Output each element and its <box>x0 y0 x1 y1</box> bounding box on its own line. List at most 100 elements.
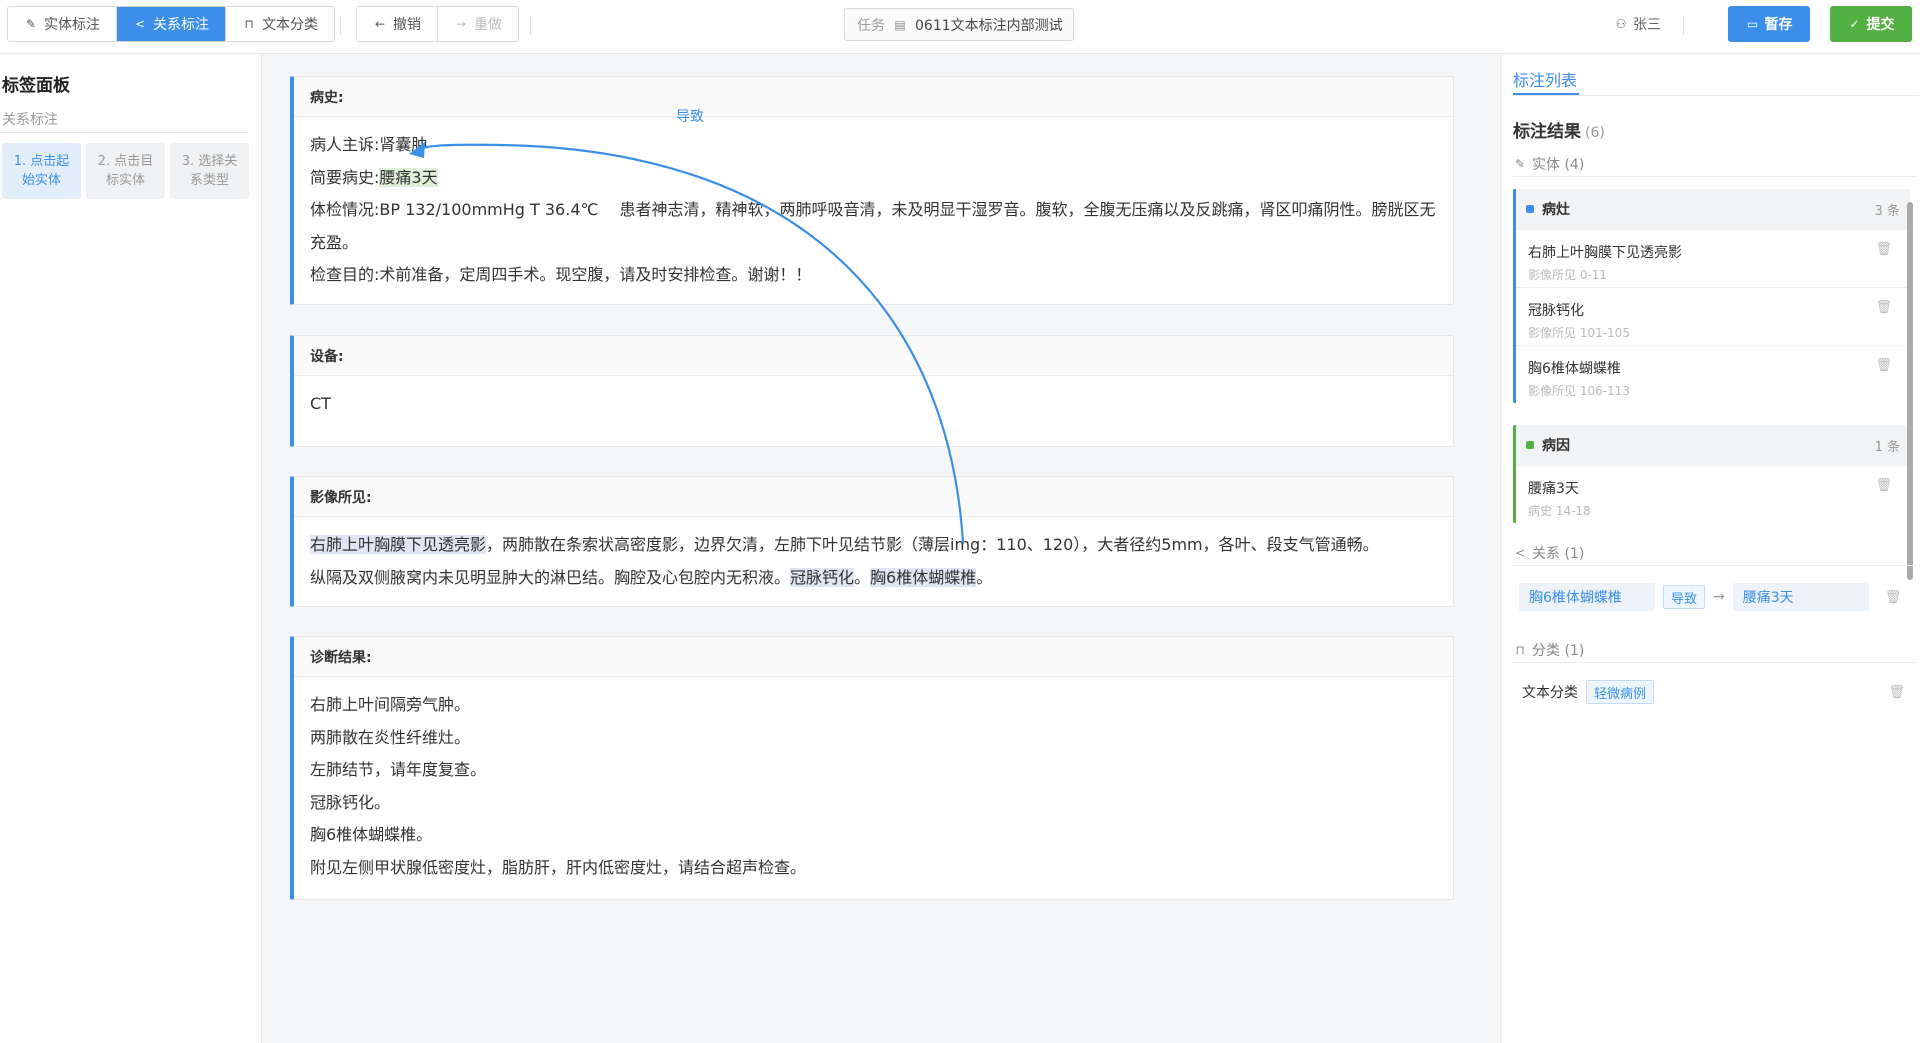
group-name: 病灶 <box>1526 199 1570 219</box>
toolbar-divider <box>1683 16 1684 34</box>
user-name: 张三 <box>1633 17 1661 33</box>
section-body: 右肺上叶间隔旁气肿。 两肺散在炎性纤维灶。 左肺结节，请年度复查。 冠脉钙化。 … <box>294 677 1453 894</box>
submit-button[interactable]: ✓ 提交 <box>1830 6 1912 42</box>
text-span[interactable]: 简要病史: <box>310 168 379 187</box>
text-line[interactable]: 冠脉钙化。 <box>310 787 1437 820</box>
trash-icon[interactable]: 🗑 <box>1875 300 1892 315</box>
section-title: 影像所见: <box>294 477 1453 517</box>
task-info: 任务 ▤ 0611文本标注内部测试 <box>844 8 1074 41</box>
entity-lesion-highlight[interactable]: 冠脉钙化 <box>790 567 855 587</box>
user-menu[interactable]: ⚇ 张三 <box>1614 14 1661 34</box>
section-body: CT <box>294 376 1453 431</box>
redo-button[interactable]: → 重做 <box>438 7 518 41</box>
tab-text-classification[interactable]: ⊓ 文本分类 <box>226 7 334 41</box>
text-span[interactable]: 。 <box>976 568 992 587</box>
arrow-left-icon: ← <box>374 17 386 31</box>
group-count: 1 条 <box>1874 439 1900 455</box>
text-line[interactable]: 右肺上叶间隔旁气肿。 <box>310 689 1437 722</box>
toolbar-divider <box>340 16 341 34</box>
entity-item[interactable]: 胸6椎体蝴蝶椎 影像所见 106-113 🗑 <box>1516 345 1910 403</box>
step-select-type: 3. 选择关系类型 <box>170 143 249 199</box>
classification-item[interactable]: 文本分类 轻微病例 🗑 <box>1513 675 1913 709</box>
classification-section-title: ⊓ 分类 (1) <box>1513 640 1584 660</box>
pencil-icon: ✎ <box>25 17 37 31</box>
entity-lesion-highlight[interactable]: 胸6椎体蝴蝶椎 <box>870 567 977 587</box>
entity-text: 胸6椎体蝴蝶椎 <box>1528 361 1621 377</box>
step-select-source: 1. 点击起始实体 <box>2 143 81 199</box>
text-line[interactable]: 检查目的:术前准备，定周四手术。现空腹，请及时安排检查。谢谢！！ <box>310 259 1437 292</box>
folder-icon: ▭ <box>1746 17 1759 31</box>
group-header[interactable]: 病灶 3 条 <box>1516 189 1910 229</box>
text-line[interactable]: CT <box>310 388 1437 421</box>
text-line[interactable]: 附见左侧甲状腺低密度灶，脂肪肝，肝内低密度灶，请结合超声检查。 <box>310 852 1437 885</box>
group-name: 病因 <box>1526 435 1570 455</box>
section-history: 病史: 病人主诉:肾囊肿 简要病史:腰痛3天 体检情况:BP 132/100mm… <box>290 76 1454 305</box>
save-draft-button[interactable]: ▭ 暂存 <box>1728 6 1810 42</box>
undo-label: 撤销 <box>393 17 421 33</box>
section-body: 右肺上叶胸膜下见透亮影，两肺散在条索状高密度影，边界欠清，左肺下叶见结节影（薄层… <box>294 517 1453 604</box>
section-title: 设备: <box>294 336 1453 376</box>
entity-text: 右肺上叶胸膜下见透亮影 <box>1528 245 1682 261</box>
tab-entity-annotation[interactable]: ✎ 实体标注 <box>8 7 117 41</box>
relation-arrow-label: 导致 <box>676 109 704 125</box>
text-line[interactable]: 体检情况:BP 132/100mmHg T 36.4℃ 患者神志清，精神软，两肺… <box>310 194 1437 259</box>
entity-meta: 影像所见 0-11 <box>1528 268 1608 282</box>
text-line[interactable]: 两肺散在炎性纤维灶。 <box>310 722 1437 755</box>
relation-item[interactable]: 胸6椎体蝴蝶椎 导致 → 腰痛3天 🗑 <box>1513 580 1913 614</box>
text-span[interactable]: 纵隔及双侧腋窝内未见明显肿大的淋巴结。胸腔及心包腔内无积液。 <box>310 568 790 587</box>
trash-icon[interactable]: 🗑 <box>1875 478 1892 493</box>
trash-icon[interactable]: 🗑 <box>1888 685 1905 700</box>
step-select-target: 2. 点击目标实体 <box>86 143 165 199</box>
group-header[interactable]: 病因 1 条 <box>1516 425 1910 465</box>
section-title: 病史: <box>294 77 1453 117</box>
divider <box>1513 176 1917 177</box>
text-line[interactable]: 右肺上叶胸膜下见透亮影，两肺散在条索状高密度影，边界欠清，左肺下叶见结节影（薄层… <box>310 529 1437 562</box>
divider <box>0 132 248 133</box>
trash-icon[interactable]: 🗑 <box>1875 242 1892 257</box>
annotation-list-panel: 标注列表 标注结果 (6) ✎ 实体 (4) 病灶 3 条 右肺上叶胸膜下见透亮影… <box>1500 55 1920 1043</box>
entity-cause-highlight[interactable]: 腰痛3天 <box>379 167 438 187</box>
tab-relation-annotation[interactable]: < 关系标注 <box>117 7 226 41</box>
entity-item[interactable]: 右肺上叶胸膜下见透亮影 影像所见 0-11 🗑 <box>1516 229 1910 287</box>
label-panel: 标签面板 关系标注 1. 点击起始实体 2. 点击目标实体 3. 选择关系类型 <box>0 55 262 1043</box>
tab-text-classification-label: 文本分类 <box>262 17 318 33</box>
share-icon: < <box>1514 546 1526 560</box>
entity-group-cause: 病因 1 条 腰痛3天 病史 14-18 🗑 <box>1513 425 1910 523</box>
toolbar-divider <box>530 16 531 34</box>
entity-item[interactable]: 腰痛3天 病史 14-18 🗑 <box>1516 465 1910 523</box>
text-line[interactable]: 病人主诉:肾囊肿 <box>310 129 1437 162</box>
divider <box>1513 565 1917 566</box>
relation-source[interactable]: 胸6椎体蝴蝶椎 <box>1519 583 1655 611</box>
tab-annotation-list[interactable]: 标注列表 <box>1513 67 1577 91</box>
trash-icon[interactable]: 🗑 <box>1875 358 1892 373</box>
relation-target[interactable]: 腰痛3天 <box>1732 583 1869 611</box>
text-line[interactable]: 左肺结节，请年度复查。 <box>310 754 1437 787</box>
classification-label: 文本分类 <box>1522 685 1578 701</box>
user-icon: ⚇ <box>1615 17 1627 31</box>
annotation-list-scrollbar[interactable] <box>1907 202 1913 580</box>
color-swatch <box>1526 441 1534 449</box>
tab-relation-annotation-label: 关系标注 <box>153 17 209 33</box>
text-line[interactable]: 纵隔及双侧腋窝内未见明显肿大的淋巴结。胸腔及心包腔内无积液。冠脉钙化。胸6椎体蝴… <box>310 562 1437 595</box>
tab-entity-annotation-label: 实体标注 <box>44 17 100 33</box>
entity-meta: 影像所见 106-113 <box>1528 384 1630 398</box>
text-line[interactable]: 胸6椎体蝴蝶椎。 <box>310 819 1437 852</box>
share-icon: < <box>134 17 146 31</box>
entity-item[interactable]: 冠脉钙化 影像所见 101-105 🗑 <box>1516 287 1910 345</box>
section-diagnosis: 诊断结果: 右肺上叶间隔旁气肿。 两肺散在炎性纤维灶。 左肺结节，请年度复查。 … <box>290 636 1454 900</box>
trash-icon[interactable]: 🗑 <box>1885 590 1902 605</box>
text-line[interactable]: 简要病史:腰痛3天 <box>310 162 1437 195</box>
text-span[interactable]: 。 <box>854 568 870 587</box>
task-label: 任务 <box>857 17 885 34</box>
file-icon: ▤ <box>894 17 906 32</box>
undo-button[interactable]: ← 撤销 <box>357 7 438 41</box>
check-icon: ✓ <box>1849 17 1860 31</box>
entity-section-label: 实体 (4) <box>1532 157 1585 173</box>
entity-meta: 病史 14-18 <box>1528 504 1591 518</box>
top-toolbar: ✎ 实体标注 < 关系标注 ⊓ 文本分类 ← 撤销 → 重做 任务 ▤ 0611… <box>0 0 1920 54</box>
relation-steps: 1. 点击起始实体 2. 点击目标实体 3. 选择关系类型 <box>2 143 249 199</box>
entity-lesion-highlight[interactable]: 右肺上叶胸膜下见透亮影 <box>310 535 487 554</box>
text-span[interactable]: ，两肺散在条索状高密度影，边界欠清，左肺下叶见结节影（薄层img：110、120… <box>486 535 1379 554</box>
classification-section-label: 分类 (1) <box>1532 643 1585 659</box>
color-swatch <box>1526 205 1534 213</box>
